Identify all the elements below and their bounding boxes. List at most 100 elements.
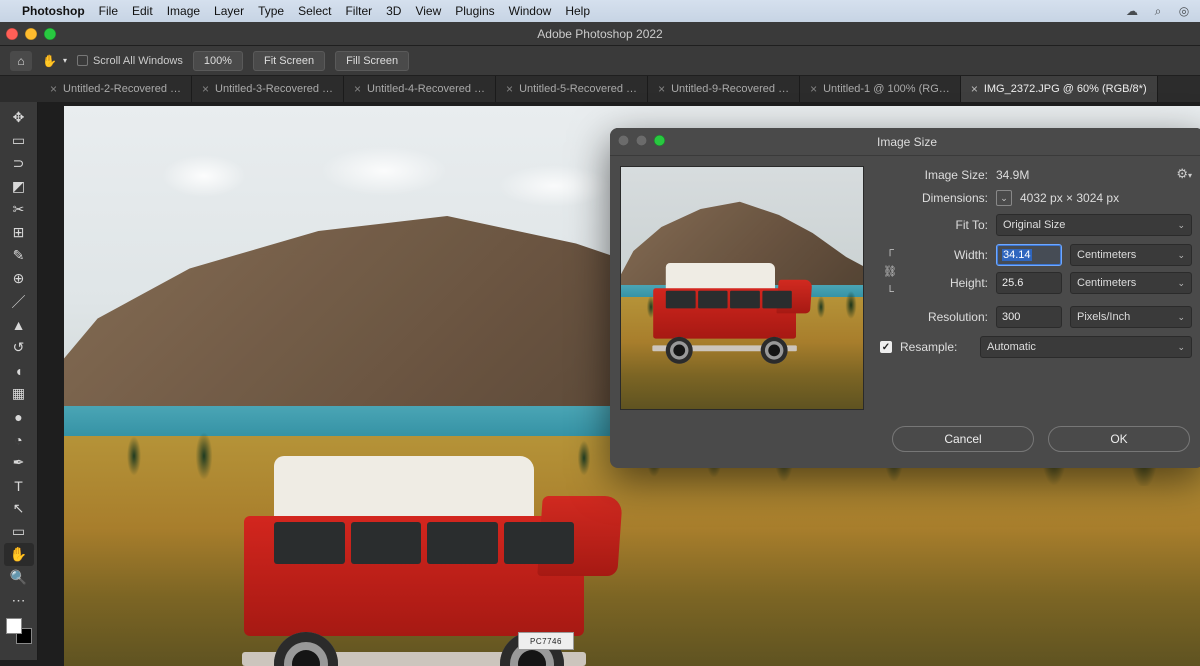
scroll-all-windows-checkbox[interactable]: Scroll All Windows xyxy=(77,55,183,67)
width-unit-select[interactable]: Centimeters⌄ xyxy=(1070,244,1192,266)
menu-help[interactable]: Help xyxy=(565,4,590,18)
width-label: Width: xyxy=(908,248,988,262)
shape-tool[interactable]: ▭ xyxy=(4,520,34,543)
fit-to-select[interactable]: Original Size ⌄ xyxy=(996,214,1192,236)
menu-view[interactable]: View xyxy=(415,4,441,18)
close-tab-icon[interactable]: × xyxy=(506,82,513,96)
resample-value: Automatic xyxy=(987,341,1036,353)
resolution-label: Resolution: xyxy=(880,310,988,324)
clone-stamp-tool[interactable]: ▲ xyxy=(4,313,34,336)
cancel-button[interactable]: Cancel xyxy=(892,426,1034,452)
dodge-tool[interactable]: ◔ xyxy=(4,428,34,451)
crop-tool[interactable]: ✂ xyxy=(4,198,34,221)
hand-icon: ✋ xyxy=(42,54,57,68)
menu-type[interactable]: Type xyxy=(258,4,284,18)
constrain-proportions-toggle[interactable]: ┌ ⛓ └ xyxy=(880,244,900,298)
document-tab-label: Untitled-2-Recovered … xyxy=(63,83,181,95)
document-tab-label: Untitled-1 @ 100% (RG… xyxy=(823,83,950,95)
healing-brush-tool[interactable]: ⊕ xyxy=(4,267,34,290)
document-tab[interactable]: × Untitled-1 @ 100% (RG… xyxy=(800,76,961,102)
document-tab[interactable]: ×Untitled-9-Recovered … xyxy=(648,76,800,102)
move-tool[interactable]: ✥ xyxy=(4,106,34,129)
current-tool-indicator[interactable]: ✋ ▾ xyxy=(42,54,67,68)
resolution-input[interactable]: 300 xyxy=(996,306,1062,328)
document-tab-label: Untitled-4-Recovered … xyxy=(367,83,485,95)
more-tools[interactable]: ⋯ xyxy=(4,589,34,612)
type-tool[interactable]: T xyxy=(4,474,34,497)
close-tab-icon[interactable]: × xyxy=(810,82,817,96)
menu-filter[interactable]: Filter xyxy=(345,4,372,18)
lasso-tool[interactable]: ⊃ xyxy=(4,152,34,175)
ok-button[interactable]: OK xyxy=(1048,426,1190,452)
zoom-100-button[interactable]: 100% xyxy=(193,51,243,71)
eraser-tool[interactable]: ◖ xyxy=(4,359,34,382)
eyedropper-tool[interactable]: ✎ xyxy=(4,244,34,267)
gear-icon[interactable]: ⚙▾ xyxy=(1176,166,1192,182)
object-select-tool[interactable]: ◩ xyxy=(4,175,34,198)
menu-window[interactable]: Window xyxy=(509,4,552,18)
close-tab-icon[interactable]: × xyxy=(658,82,665,96)
width-input[interactable]: 34.14 xyxy=(996,244,1062,266)
document-tab[interactable]: × Untitled-4-Recovered … xyxy=(344,76,496,102)
dialog-zoom-icon[interactable] xyxy=(654,135,665,146)
fill-screen-button[interactable]: Fill Screen xyxy=(335,51,409,71)
menu-3d[interactable]: 3D xyxy=(386,4,401,18)
height-unit-select[interactable]: Centimeters⌄ xyxy=(1070,272,1192,294)
cc-home-icon[interactable]: ◎ xyxy=(1176,3,1192,19)
foreground-color-swatch[interactable] xyxy=(6,618,22,634)
close-tab-icon[interactable]: × xyxy=(971,82,978,96)
height-input[interactable]: 25.6 xyxy=(996,272,1062,294)
document-tab[interactable]: ×IMG_2372.JPG @ 60% (RGB/8*) xyxy=(961,76,1158,102)
fit-screen-button[interactable]: Fit Screen xyxy=(253,51,325,71)
dimensions-unit-toggle[interactable]: ⌄ xyxy=(996,190,1012,206)
blur-tool[interactable]: ● xyxy=(4,405,34,428)
close-tab-icon[interactable]: × xyxy=(354,82,361,96)
path-select-tool[interactable]: ↖ xyxy=(4,497,34,520)
fit-to-label: Fit To: xyxy=(880,218,988,232)
brush-tool[interactable]: ／ xyxy=(4,290,34,313)
dialog-title: Image Size xyxy=(877,135,937,149)
document-tab[interactable]: × Untitled-3-Recovered … xyxy=(192,76,344,102)
fit-to-value: Original Size xyxy=(1003,219,1065,231)
chevron-down-icon: ⌄ xyxy=(1177,250,1185,261)
zoom-window-icon[interactable] xyxy=(44,28,56,40)
document-tab[interactable]: ×Untitled-5-Recovered … xyxy=(496,76,648,102)
menu-layer[interactable]: Layer xyxy=(214,4,244,18)
close-tab-icon[interactable]: × xyxy=(202,82,209,96)
workspace: ✥▭⊃◩✂⊞✎⊕／▲↺◖▦●◔✒T↖▭✋🔍⋯ PC7746 xyxy=(0,102,1200,660)
menu-select[interactable]: Select xyxy=(298,4,331,18)
gradient-tool[interactable]: ▦ xyxy=(4,382,34,405)
menu-edit[interactable]: Edit xyxy=(132,4,153,18)
dialog-titlebar[interactable]: Image Size xyxy=(610,128,1200,156)
marquee-tool[interactable]: ▭ xyxy=(4,129,34,152)
hand-tool[interactable]: ✋ xyxy=(4,543,34,566)
options-bar: ⌂ ✋ ▾ Scroll All Windows 100% Fit Screen… xyxy=(0,46,1200,76)
close-tab-icon[interactable]: × xyxy=(50,82,57,96)
minimize-window-icon[interactable] xyxy=(25,28,37,40)
cloud-sync-icon[interactable]: ☁ xyxy=(1124,3,1140,19)
color-swatches[interactable] xyxy=(6,618,32,644)
tool-rail: ✥▭⊃◩✂⊞✎⊕／▲↺◖▦●◔✒T↖▭✋🔍⋯ xyxy=(0,102,38,660)
close-window-icon[interactable] xyxy=(6,28,18,40)
history-brush-tool[interactable]: ↺ xyxy=(4,336,34,359)
resolution-unit-value: Pixels/Inch xyxy=(1077,311,1130,323)
document-tab-label: Untitled-3-Recovered … xyxy=(215,83,333,95)
window-traffic-lights[interactable] xyxy=(6,28,56,40)
menu-image[interactable]: Image xyxy=(167,4,200,18)
menu-plugins[interactable]: Plugins xyxy=(455,4,494,18)
pen-tool[interactable]: ✒ xyxy=(4,451,34,474)
dialog-close-icon[interactable] xyxy=(618,135,629,146)
dimensions-label: Dimensions: xyxy=(880,191,988,205)
resample-checkbox[interactable]: ✓ xyxy=(880,341,892,353)
link-icon: ⛓ xyxy=(883,265,897,278)
home-button[interactable]: ⌂ xyxy=(10,51,32,71)
resolution-unit-select[interactable]: Pixels/Inch⌄ xyxy=(1070,306,1192,328)
app-menu[interactable]: Photoshop xyxy=(22,4,85,18)
document-tab[interactable]: × Untitled-2-Recovered … xyxy=(40,76,192,102)
zoom-tool[interactable]: 🔍 xyxy=(4,566,34,589)
dialog-preview xyxy=(620,166,864,410)
search-icon[interactable]: ⌕ xyxy=(1150,3,1166,19)
menu-file[interactable]: File xyxy=(99,4,118,18)
resample-select[interactable]: Automatic⌄ xyxy=(980,336,1192,358)
frame-tool[interactable]: ⊞ xyxy=(4,221,34,244)
